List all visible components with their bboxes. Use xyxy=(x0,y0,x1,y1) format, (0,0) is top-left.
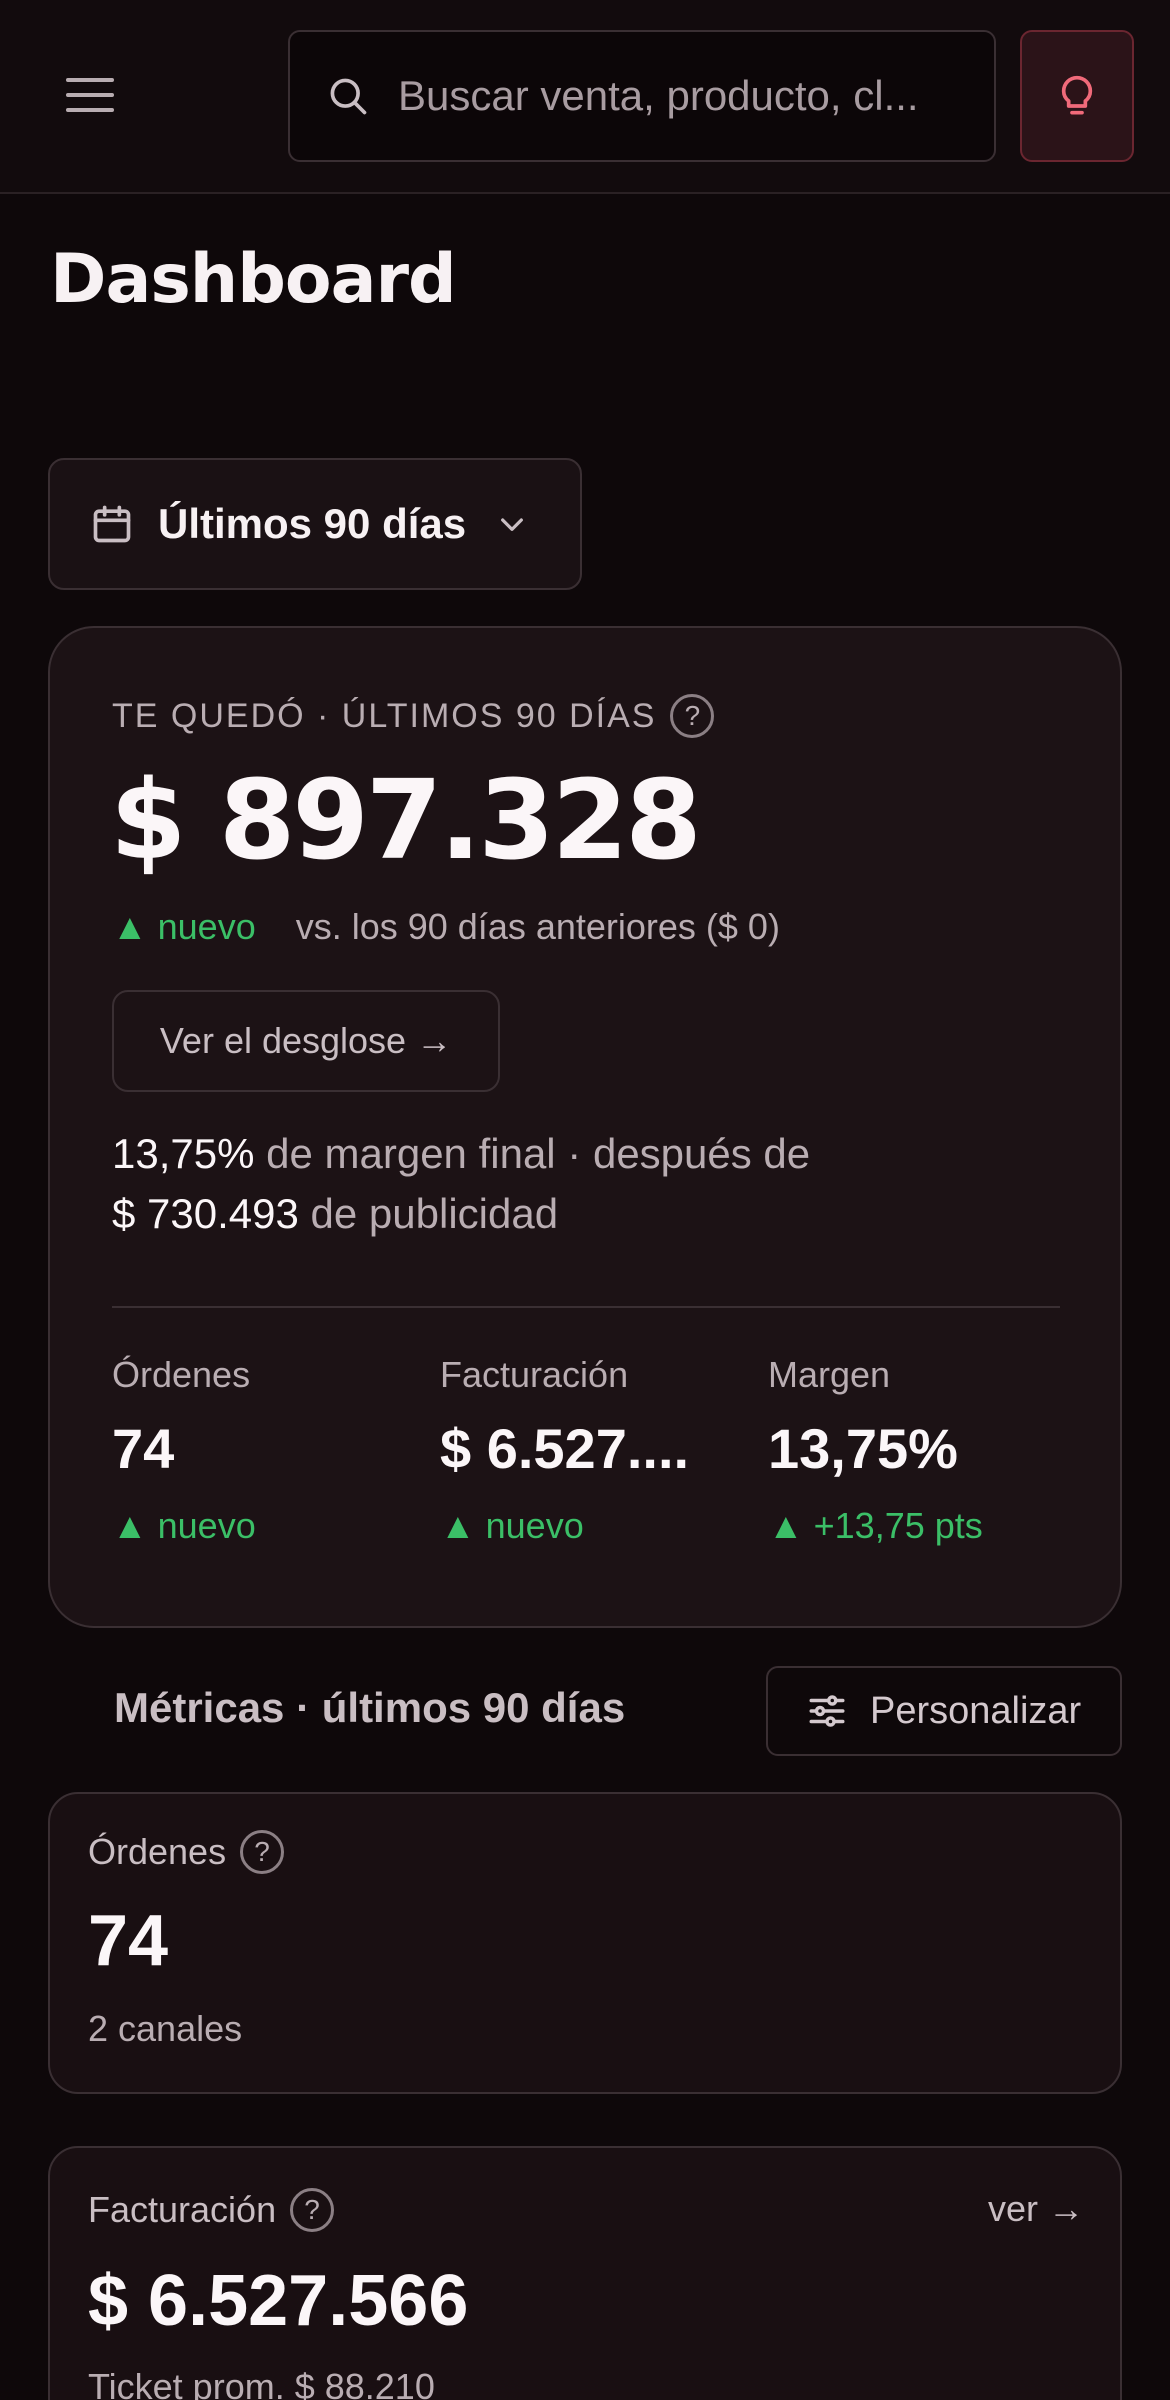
search-input[interactable]: Buscar venta, producto, cl... xyxy=(288,30,996,162)
profit-eyebrow-label: TE QUEDÓ · ÚLTIMOS 90 DÍAS xyxy=(112,696,657,735)
metric-label-row: Órdenes ? xyxy=(88,1830,285,1874)
kpi-value: 74 xyxy=(112,1417,175,1480)
ads-value: $ 730.493 xyxy=(112,1190,299,1237)
profit-compare: vs. los 90 días anteriores ($ 0) xyxy=(295,906,780,947)
kpi-margin: Margen 13,75% ▲ +13,75 pts xyxy=(768,1354,1068,1547)
date-range-label: Últimos 90 días xyxy=(158,500,467,547)
calendar-icon xyxy=(93,505,131,543)
kpi-billing: Facturación $ 6.527.... ▲ nuevo xyxy=(440,1354,740,1547)
profit-delta-row: ▲ nuevo vs. los 90 días anteriores ($ 0) xyxy=(112,906,780,948)
metric-value: $ 6.527.566 xyxy=(88,2261,469,2341)
tips-button[interactable] xyxy=(1020,30,1134,162)
kpi-delta: ▲ nuevo xyxy=(440,1505,584,1546)
customize-button[interactable]: Personalizar xyxy=(766,1666,1122,1756)
kpi-delta: ▲ nuevo xyxy=(112,1505,256,1546)
profit-summary-card: TE QUEDÓ · ÚLTIMOS 90 DÍAS ? $ 897.328 ▲… xyxy=(48,626,1122,1628)
kpi-delta: ▲ +13,75 pts xyxy=(768,1505,983,1546)
metric-value: 74 xyxy=(88,1901,169,1981)
margin-summary: 13,75% de margen final · después de $ 73… xyxy=(112,1124,932,1244)
kpi-label: Margen xyxy=(768,1354,891,1395)
metric-card-billing[interactable]: Facturación ? ver → $ 6.527.566 Ticket p… xyxy=(48,2146,1122,2400)
metric-card-orders[interactable]: Órdenes ? 74 2 canales xyxy=(48,1792,1122,2094)
menu-icon[interactable] xyxy=(60,70,120,120)
metric-sub: Ticket prom. $ 88.210 xyxy=(88,2366,435,2400)
metric-sub: 2 canales xyxy=(88,2008,243,2049)
ads-text: de publicidad xyxy=(310,1190,559,1237)
help-icon[interactable]: ? xyxy=(670,694,715,738)
kpi-value: $ 6.527.... xyxy=(440,1417,690,1480)
date-range-select[interactable]: Últimos 90 días xyxy=(48,458,582,590)
profit-value: $ 897.328 xyxy=(110,756,702,884)
metric-view-link[interactable]: ver → xyxy=(988,2188,1084,2230)
page-title: Dashboard xyxy=(50,240,457,319)
kpi-label: Órdenes xyxy=(112,1354,251,1395)
margin-value: 13,75% xyxy=(112,1130,255,1177)
help-icon[interactable]: ? xyxy=(290,2188,335,2232)
chevron-down-icon xyxy=(501,518,524,531)
profit-delta: ▲ nuevo xyxy=(112,906,256,947)
breakdown-button[interactable]: Ver el desglose → xyxy=(112,990,500,1092)
customize-label: Personalizar xyxy=(870,1689,1082,1732)
sliders-icon xyxy=(809,1695,845,1727)
top-bar: Buscar venta, producto, cl... xyxy=(0,0,1170,194)
kpi-orders: Órdenes 74 ▲ nuevo xyxy=(112,1354,412,1547)
kpi-value: 13,75% xyxy=(768,1417,958,1480)
profit-eyebrow: TE QUEDÓ · ÚLTIMOS 90 DÍAS ? xyxy=(112,694,715,738)
lightbulb-icon xyxy=(1061,75,1093,115)
metric-label: Facturación xyxy=(88,2189,277,2230)
kpi-label: Facturación xyxy=(440,1354,629,1395)
metrics-section-title: Métricas · últimos 90 días xyxy=(114,1684,626,1731)
help-icon[interactable]: ? xyxy=(240,1830,285,1874)
metric-label: Órdenes xyxy=(88,1831,227,1872)
search-placeholder: Buscar venta, producto, cl... xyxy=(398,72,919,119)
margin-text: de margen final · después de xyxy=(266,1130,811,1177)
divider xyxy=(112,1306,1060,1308)
search-icon xyxy=(330,78,367,115)
metric-label-row: Facturación ? xyxy=(88,2188,335,2232)
